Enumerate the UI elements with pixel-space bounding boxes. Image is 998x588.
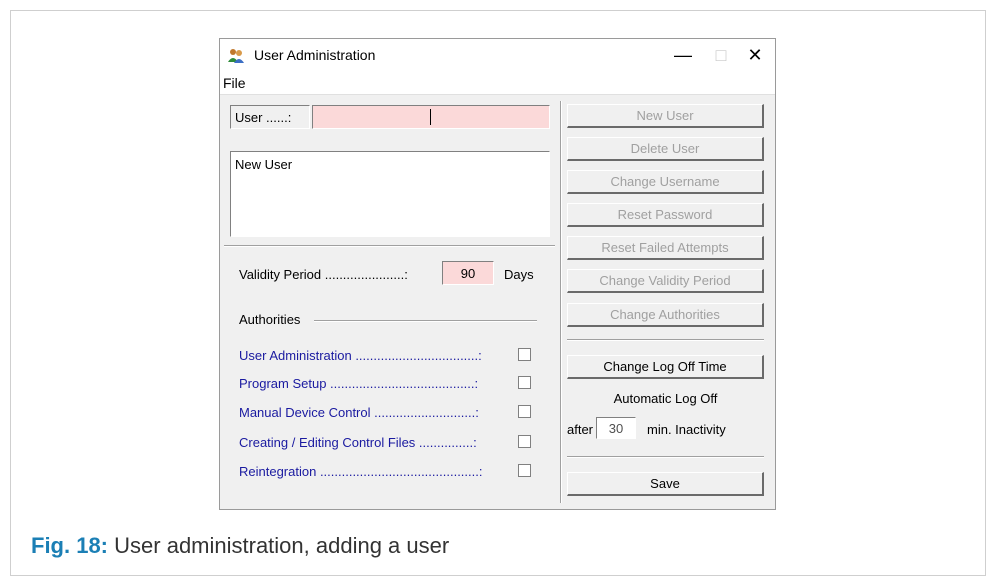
authority-user-administration-label: User Administration ....................…: [239, 348, 482, 363]
separator: [567, 339, 764, 341]
authority-control-files-label: Creating / Editing Control Files .......…: [239, 435, 477, 450]
change-validity-period-button[interactable]: Change Validity Period: [567, 269, 764, 293]
user-list[interactable]: New User: [230, 151, 550, 237]
authority-reintegration-label: Reintegration ..........................…: [239, 464, 483, 479]
close-button[interactable]: ✕: [740, 43, 770, 67]
maximize-button[interactable]: □: [706, 43, 736, 67]
auto-log-off-prefix: after: [567, 422, 594, 437]
delete-user-button[interactable]: Delete User: [567, 137, 764, 161]
change-authorities-button[interactable]: Change Authorities: [567, 303, 764, 327]
auto-log-off-heading: Automatic Log Off: [613, 391, 718, 406]
figure-number: Fig. 18:: [31, 533, 109, 558]
window-title: User Administration: [254, 47, 376, 63]
authority-manual-device-control-label: Manual Device Control ..................…: [239, 405, 479, 420]
authorities-heading: Authorities: [239, 312, 301, 327]
separator: [224, 245, 555, 247]
authority-manual-device-control-checkbox[interactable]: [518, 405, 531, 418]
validity-period-value: 90: [460, 266, 476, 281]
text-cursor: [430, 109, 431, 125]
users-icon: [228, 49, 244, 63]
new-user-button[interactable]: New User: [567, 104, 764, 128]
authorities-divider: [314, 320, 537, 322]
save-button[interactable]: Save: [567, 472, 764, 496]
change-log-off-time-button[interactable]: Change Log Off Time: [567, 355, 764, 379]
validity-period-input[interactable]: 90: [442, 261, 494, 285]
authority-control-files-checkbox[interactable]: [518, 435, 531, 448]
auto-log-off-input[interactable]: 30: [596, 417, 636, 439]
user-administration-window: User Administration — □ ✕ File User ....…: [219, 38, 776, 510]
auto-log-off-value: 30: [608, 421, 624, 436]
user-label: User ......:: [235, 110, 292, 125]
menu-file[interactable]: File: [223, 75, 246, 91]
user-label-box: User ......:: [230, 105, 310, 129]
figure-caption: Fig. 18: User administration, adding a u…: [31, 533, 449, 559]
reset-password-button[interactable]: Reset Password: [567, 203, 764, 227]
authority-program-setup-label: Program Setup ..........................…: [239, 376, 479, 391]
figure-caption-text: User administration, adding a user: [114, 533, 450, 558]
minimize-button[interactable]: —: [668, 43, 698, 67]
change-username-button[interactable]: Change Username: [567, 170, 764, 194]
validity-period-label: Validity Period ......................:: [239, 267, 408, 282]
authority-user-administration-checkbox[interactable]: [518, 348, 531, 361]
vertical-separator: [560, 101, 562, 503]
reset-failed-attempts-button[interactable]: Reset Failed Attempts: [567, 236, 764, 260]
menu-bar: File: [220, 72, 775, 95]
auto-log-off-suffix: min. Inactivity: [647, 422, 726, 437]
user-input[interactable]: [312, 105, 550, 129]
user-list-item[interactable]: New User: [235, 157, 292, 172]
authority-reintegration-checkbox[interactable]: [518, 464, 531, 477]
title-bar: User Administration — □ ✕: [220, 39, 775, 72]
validity-unit: Days: [504, 267, 534, 282]
authority-program-setup-checkbox[interactable]: [518, 376, 531, 389]
separator: [567, 456, 764, 458]
